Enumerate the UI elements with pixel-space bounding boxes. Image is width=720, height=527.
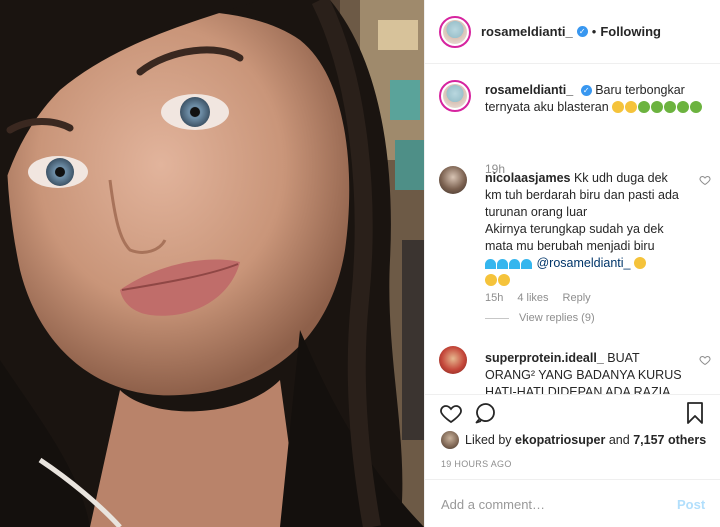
instagram-post-modal: rosameldianti_ ✓ • Following rosameldian…: [0, 0, 720, 527]
post-details-panel: rosameldianti_ ✓ • Following rosameldian…: [424, 0, 720, 527]
separator-dot: •: [591, 24, 597, 39]
post-photo[interactable]: [0, 0, 424, 527]
clapping-emoji-icon: [485, 274, 497, 286]
verified-badge-icon: ✓: [576, 26, 588, 37]
liker-avatar: [441, 431, 459, 449]
snake-emoji-icon: [690, 101, 703, 113]
comment-icon[interactable]: [473, 401, 497, 425]
commenter-username[interactable]: superprotein.ideall_: [485, 351, 604, 365]
mention-link[interactable]: @rosameldianti_: [536, 256, 630, 270]
blue-heart-emoji-icon: [497, 259, 508, 269]
clapping-emoji-icon: [498, 274, 510, 286]
post-header: rosameldianti_ ✓ • Following: [425, 0, 720, 64]
snake-emoji-icon: [664, 101, 677, 113]
caption-emojis: [612, 100, 703, 114]
heart-icon[interactable]: [439, 401, 463, 425]
view-replies-button[interactable]: View replies (9): [485, 312, 595, 324]
comment-time: 15h: [485, 292, 504, 304]
view-replies-label: View replies (9): [519, 312, 595, 324]
snake-emoji-icon: [651, 101, 664, 113]
post-comment-button[interactable]: Post: [677, 497, 705, 512]
following-button[interactable]: Following: [600, 24, 661, 39]
liked-user[interactable]: ekopatriosuper: [515, 433, 605, 447]
blue-heart-emoji-icon: [509, 259, 520, 269]
liked-and: and: [608, 433, 630, 447]
comment-meta: 15h 4 likes Reply: [485, 292, 591, 304]
comment-like-heart-icon[interactable]: [699, 354, 711, 366]
comment-line-2: Akirnya terungkap sudah ya dek mata mu b…: [485, 222, 664, 253]
blue-heart-emoji-icon: [485, 259, 496, 269]
liked-prefix: Liked by: [465, 433, 512, 447]
add-comment-input[interactable]: [439, 495, 663, 513]
post-actions: Liked by ekopatriosuper and 7,157 others…: [425, 394, 720, 527]
liked-by-summary[interactable]: Liked by ekopatriosuper and 7,157 others: [441, 431, 706, 449]
selfie-illustration: [0, 0, 424, 527]
blue-heart-emoji-icon: [521, 259, 532, 269]
comment-like-heart-icon[interactable]: [699, 174, 711, 186]
caption-text: rosameldianti_ ✓ Baru terbongkar ternyat…: [485, 82, 705, 116]
commenter-avatar[interactable]: [439, 166, 467, 194]
replies-divider: [485, 317, 509, 319]
author-username[interactable]: rosameldianti_: [481, 24, 573, 39]
clapping-emoji-icon: [633, 257, 646, 269]
comment-text: superprotein.ideall_ BUAT ORANG² YANG BA…: [485, 350, 685, 394]
snake-emoji-icon: [677, 101, 690, 113]
bookmark-icon[interactable]: [683, 401, 707, 425]
caption-avatar[interactable]: [439, 80, 471, 112]
liked-count[interactable]: 7,157 others: [633, 433, 706, 447]
commenter-avatar[interactable]: [439, 346, 467, 374]
comment-text: nicolaasjames Kk udh duga dek km tuh ber…: [485, 170, 685, 289]
commenter-username[interactable]: nicolaasjames: [485, 171, 570, 185]
grinning-emoji-icon: [612, 101, 625, 113]
smiling-emoji-icon: [625, 101, 638, 113]
author-avatar[interactable]: [439, 15, 471, 48]
post-timestamp[interactable]: 19 HOURS AGO: [441, 459, 512, 469]
snake-emoji-icon: [638, 101, 651, 113]
reply-button[interactable]: Reply: [563, 292, 591, 304]
comments-list[interactable]: rosameldianti_ ✓ Baru terbongkar ternyat…: [425, 64, 720, 394]
comment-likes[interactable]: 4 likes: [517, 292, 548, 304]
caption-username[interactable]: rosameldianti_: [485, 83, 573, 97]
verified-badge-icon: ✓: [580, 85, 592, 96]
add-comment-bar: Post: [425, 479, 720, 527]
